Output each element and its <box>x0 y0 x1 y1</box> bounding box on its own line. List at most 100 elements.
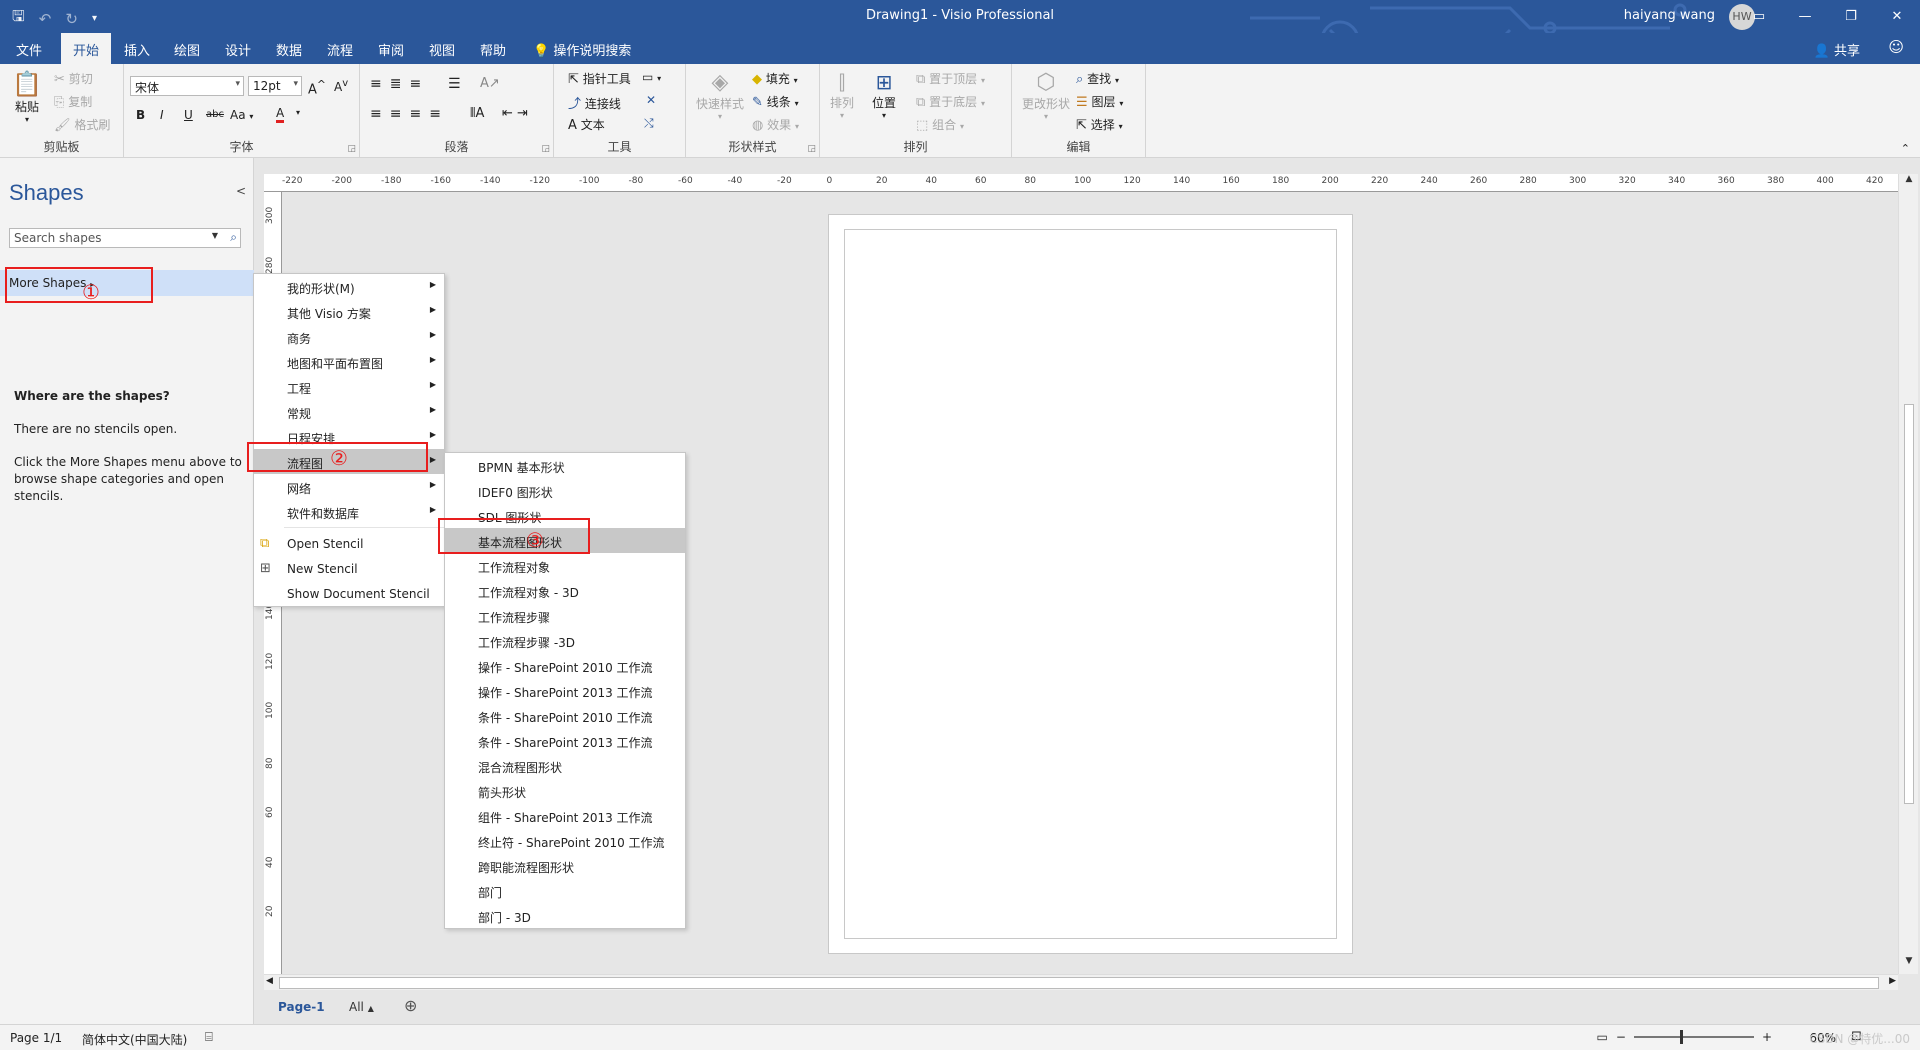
macro-icon[interactable]: ⌸ <box>205 1030 213 1045</box>
line-button[interactable]: ✎ 线条 ▾ <box>752 93 799 110</box>
bold-button[interactable]: B <box>136 108 145 122</box>
flowchart-stencil-item[interactable]: IDEF0 图形状 <box>445 478 685 503</box>
dialog-launcher-icon[interactable]: ◲ <box>541 144 550 154</box>
paste-button[interactable]: 📋 粘贴 ▾ <box>12 70 42 124</box>
shrink-font-icon[interactable]: Av <box>334 78 348 94</box>
tab-help[interactable]: 帮助 <box>480 40 506 59</box>
tab-draw[interactable]: 绘图 <box>174 40 200 59</box>
scroll-right-icon[interactable]: ▶ <box>1889 976 1896 986</box>
menu-item-business[interactable]: 商务 ▶ <box>254 324 444 349</box>
restore-icon[interactable]: ❐ <box>1828 0 1874 33</box>
minimize-icon[interactable]: — <box>1782 0 1828 33</box>
dialog-launcher-icon[interactable]: ◲ <box>347 144 356 154</box>
dialog-launcher-icon[interactable]: ◲ <box>807 144 816 154</box>
zoom-in-icon[interactable]: + <box>1762 1030 1772 1044</box>
connection-point-icon[interactable]: ⤭ <box>644 116 654 131</box>
indent-icons[interactable]: ⇤ ⇥ <box>502 106 528 121</box>
page-indicator[interactable]: Page 1/1 <box>10 1031 62 1045</box>
collapse-ribbon-icon[interactable]: ⌃ <box>1901 142 1910 155</box>
tab-insert[interactable]: 插入 <box>124 40 150 59</box>
search-icon[interactable]: ⌕ <box>230 230 237 245</box>
presentation-icon[interactable]: ▭ <box>1597 1030 1608 1044</box>
flowchart-stencil-item[interactable]: 工作流程对象 <box>445 553 685 578</box>
tab-data[interactable]: 数据 <box>276 40 302 59</box>
zoom-slider-knob[interactable] <box>1679 1030 1683 1044</box>
text-direction-icon[interactable]: A↗ <box>480 76 500 91</box>
chevron-down-icon[interactable]: ▾ <box>296 108 300 117</box>
drawing-page[interactable] <box>828 214 1353 954</box>
flowchart-stencil-item[interactable]: 操作 - SharePoint 2010 工作流 <box>445 653 685 678</box>
menu-item-maps[interactable]: 地图和平面布置图 ▶ <box>254 349 444 374</box>
search-shapes-input[interactable]: Search shapes ▼ ⌕ <box>9 228 241 248</box>
chevron-down-icon[interactable]: ▼ <box>212 231 218 240</box>
flowchart-stencil-item[interactable]: BPMN 基本形状 <box>445 453 685 478</box>
find-button[interactable]: ⌕ 查找 ▾ <box>1076 70 1119 87</box>
menu-item-engineering[interactable]: 工程 ▶ <box>254 374 444 399</box>
text-tool-button[interactable]: A 文本 <box>568 116 605 133</box>
flowchart-stencil-item[interactable]: 工作流程步骤 <box>445 603 685 628</box>
add-page-icon[interactable]: ⊕ <box>404 996 417 1015</box>
scroll-left-icon[interactable]: ◀ <box>266 976 273 986</box>
menu-item-my-shapes[interactable]: 我的形状(M) ▶ <box>254 274 444 299</box>
share-button[interactable]: 👤 共享 <box>1814 40 1860 59</box>
rectangle-tool-button[interactable]: ▭ ▾ <box>642 70 661 84</box>
flowchart-stencil-item[interactable]: 跨职能流程图形状 <box>445 853 685 878</box>
font-color-button[interactable]: A <box>276 107 285 123</box>
orientation-icon[interactable]: ⫴A <box>470 106 484 121</box>
layers-button[interactable]: ☰ 图层 ▾ <box>1076 93 1123 110</box>
tell-me-search[interactable]: 💡 操作说明搜索 <box>533 40 631 59</box>
send-to-back-button[interactable]: ⧉ 置于底层 ▾ <box>916 93 985 110</box>
pointer-tool-button[interactable]: ⇱ 指针工具 <box>568 70 631 87</box>
feedback-icon[interactable]: ☺ <box>1888 38 1904 56</box>
menu-item-new-stencil[interactable]: ⊞ New Stencil <box>254 556 444 581</box>
vertical-align-icons[interactable]: ≡≣≡ <box>370 76 429 92</box>
tab-home[interactable]: 开始 <box>61 33 112 64</box>
menu-item-other-visio[interactable]: 其他 Visio 方案 ▶ <box>254 299 444 324</box>
flowchart-stencil-item[interactable]: 工作流程对象 - 3D <box>445 578 685 603</box>
grow-font-icon[interactable]: A^ <box>308 78 326 97</box>
cut-button[interactable]: ✂ 剪切 <box>54 70 93 87</box>
flowchart-stencil-item[interactable]: 箭头形状 <box>445 778 685 803</box>
vertical-scrollbar[interactable]: ▲ ▼ <box>1898 174 1918 974</box>
font-name-combo[interactable]: 宋体 ▾ <box>130 76 244 96</box>
all-pages-button[interactable]: All ▲ <box>349 1000 374 1014</box>
font-size-combo[interactable]: 12pt ▾ <box>248 76 302 96</box>
italic-button[interactable]: I <box>160 108 164 122</box>
menu-item-software-database[interactable]: 软件和数据库 ▶ <box>254 499 444 524</box>
menu-item-show-document-stencil[interactable]: Show Document Stencil <box>254 581 444 606</box>
fill-button[interactable]: ◆ 填充 ▾ <box>752 70 798 87</box>
collapse-pane-icon[interactable]: < <box>236 184 246 198</box>
bullets-icon[interactable]: ☰ <box>448 76 461 92</box>
tab-design[interactable]: 设计 <box>225 40 251 59</box>
strikethrough-button[interactable]: abc <box>206 109 224 120</box>
language-indicator[interactable]: 简体中文(中国大陆) <box>82 1031 187 1048</box>
tab-process[interactable]: 流程 <box>327 40 353 59</box>
user-name[interactable]: haiyang wang <box>1624 8 1715 23</box>
flowchart-stencil-item[interactable]: 工作流程步骤 -3D <box>445 628 685 653</box>
bring-to-front-button[interactable]: ⧉ 置于顶层 ▾ <box>916 70 985 87</box>
page-tab[interactable]: Page-1 <box>278 1000 325 1014</box>
scroll-down-icon[interactable]: ▼ <box>1899 956 1919 974</box>
tab-review[interactable]: 审阅 <box>378 40 404 59</box>
flowchart-stencil-item[interactable]: 混合流程图形状 <box>445 753 685 778</box>
group-button[interactable]: ⬚ 组合 ▾ <box>916 116 964 133</box>
menu-item-general[interactable]: 常规 ▶ <box>254 399 444 424</box>
connector-button[interactable]: ⤴ 连接线 <box>568 93 621 112</box>
scroll-up-icon[interactable]: ▲ <box>1899 174 1919 192</box>
ribbon-display-options-icon[interactable]: ▭ <box>1736 0 1782 33</box>
menu-item-network[interactable]: 网络 ▶ <box>254 474 444 499</box>
position-button[interactable]: ⊞ 位置 ▾ <box>872 70 896 120</box>
quick-styles-button[interactable]: ◈ 快速样式 ▾ <box>696 70 744 121</box>
vertical-scroll-thumb[interactable] <box>1904 404 1914 804</box>
change-shape-button[interactable]: ⬡ 更改形状 ▾ <box>1022 70 1070 121</box>
align-icons[interactable]: ≡≡≡≡ <box>370 106 449 122</box>
flowchart-stencil-item[interactable]: 条件 - SharePoint 2013 工作流 <box>445 728 685 753</box>
horizontal-scrollbar[interactable]: ◀ ▶ <box>264 974 1898 990</box>
flowchart-stencil-item[interactable]: 组件 - SharePoint 2013 工作流 <box>445 803 685 828</box>
format-painter-button[interactable]: 🖌 格式刷 <box>54 116 110 133</box>
close-x-icon[interactable]: ✕ <box>646 93 656 107</box>
zoom-out-icon[interactable]: − <box>1616 1030 1626 1044</box>
flowchart-stencil-item[interactable]: 条件 - SharePoint 2010 工作流 <box>445 703 685 728</box>
align-button[interactable]: ⫿ 排列 ▾ <box>830 70 854 120</box>
close-icon[interactable]: ✕ <box>1874 0 1920 33</box>
